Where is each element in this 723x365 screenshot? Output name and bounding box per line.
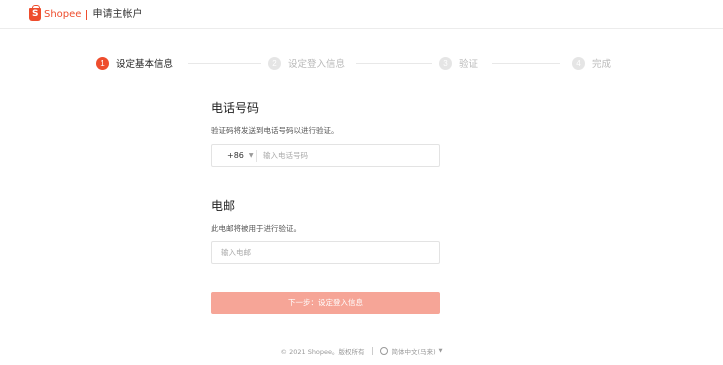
step-connector xyxy=(356,63,432,64)
footer: © 2021 Shopee。版权所有 简体中文(马来) ▼ xyxy=(0,346,723,356)
shopee-logo[interactable]: S Shopee 申请主帐户 xyxy=(29,5,143,21)
logo-letter: S xyxy=(32,9,39,19)
copyright-text: © 2021 Shopee。版权所有 xyxy=(280,348,365,356)
step-4: 4 完成 xyxy=(572,56,611,70)
brand-name: Shopee xyxy=(44,9,82,20)
step-2: 2 设定登入信息 xyxy=(268,56,345,70)
header-divider xyxy=(86,9,88,20)
top-bar: S Shopee 申请主帐户 xyxy=(0,0,723,29)
stepper: 1 设定基本信息 2 设定登入信息 3 验证 4 完成 xyxy=(96,56,616,72)
step-connector xyxy=(188,63,261,64)
country-code-value: +86 xyxy=(227,151,244,160)
email-input[interactable]: 输入电邮 xyxy=(212,247,251,258)
step-label: 完成 xyxy=(592,59,612,70)
step-number: 2 xyxy=(268,56,281,70)
step-number: 4 xyxy=(572,56,585,70)
country-code-select[interactable]: +86 ▼ xyxy=(212,151,256,160)
next-step-button[interactable]: 下一步：设定登入信息 xyxy=(211,292,440,314)
step-3: 3 验证 xyxy=(439,56,478,70)
email-field[interactable]: 输入电邮 xyxy=(211,241,440,264)
footer-divider xyxy=(371,347,373,355)
step-number: 1 xyxy=(96,56,109,70)
phone-section-desc: 验证码将发送到电话号码以进行验证。 xyxy=(211,126,339,135)
globe-icon xyxy=(379,347,388,355)
email-section-title: 电邮 xyxy=(211,199,236,213)
step-label: 验证 xyxy=(459,59,479,70)
language-selector[interactable]: 简体中文(马来) xyxy=(392,346,436,356)
email-section-desc: 此电邮将被用于进行验证。 xyxy=(211,224,301,233)
chevron-down-icon: ▼ xyxy=(248,152,254,159)
step-number: 3 xyxy=(439,56,452,70)
step-label: 设定基本信息 xyxy=(116,59,174,70)
chevron-down-icon: ▼ xyxy=(438,348,443,354)
step-connector xyxy=(492,63,560,64)
shopee-bag-icon: S xyxy=(29,5,41,21)
phone-field[interactable]: +86 ▼ 输入电话号码 xyxy=(211,144,440,167)
page-title: 申请主帐户 xyxy=(92,9,143,20)
step-1: 1 设定基本信息 xyxy=(96,56,173,70)
phone-input[interactable]: 输入电话号码 xyxy=(257,150,308,161)
step-label: 设定登入信息 xyxy=(288,59,346,70)
phone-section-title: 电话号码 xyxy=(211,101,260,115)
